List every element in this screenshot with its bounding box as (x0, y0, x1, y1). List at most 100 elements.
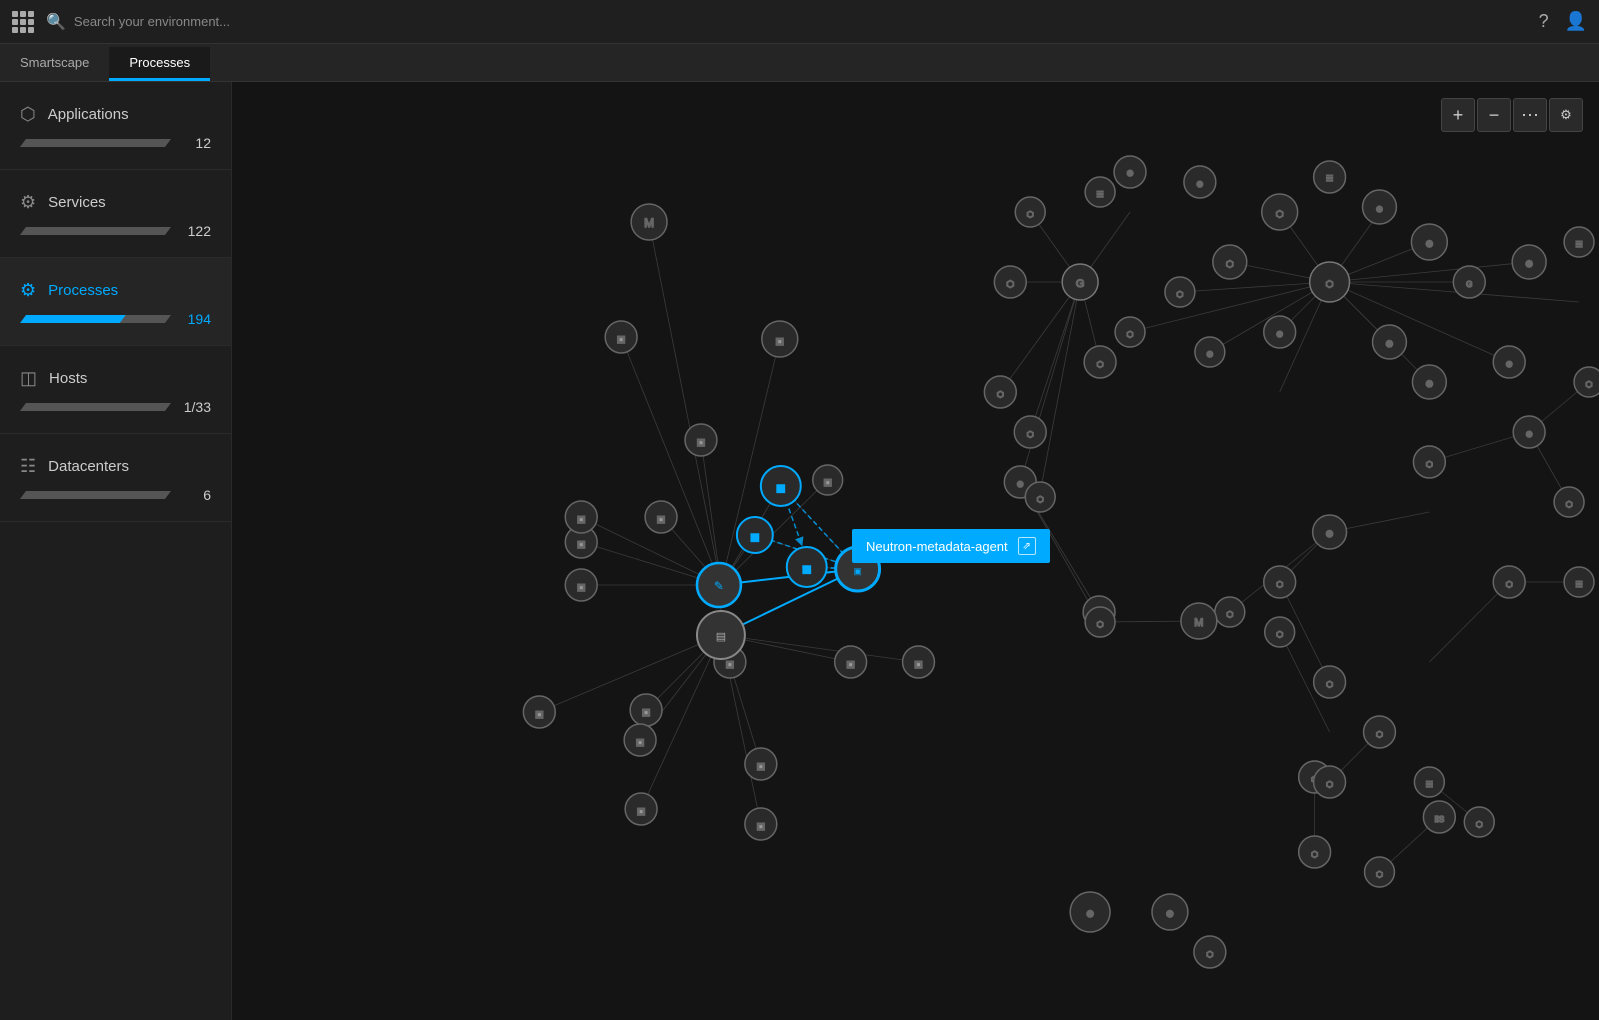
tabbar: Smartscape Processes (0, 44, 1599, 82)
datacenters-count: 6 (181, 487, 211, 503)
svg-text:⚙: ⚙ (1385, 339, 1393, 349)
sidebar-item-datacenters[interactable]: ☷ Datacenters 6 (0, 434, 231, 522)
svg-text:▣: ▣ (777, 483, 785, 493)
main-layout: ⬡ Applications 12 ⚙ Services 122 (0, 82, 1599, 1020)
zoom-reset-button[interactable]: ⚙ (1549, 98, 1583, 132)
sidebar-item-services[interactable]: ⚙ Services 122 (0, 170, 231, 258)
search-icon: 🔍 (46, 12, 66, 32)
hosts-bar (20, 403, 171, 411)
svg-text:⚙: ⚙ (1086, 909, 1094, 919)
svg-text:⬡: ⬡ (1027, 210, 1034, 219)
svg-text:⚙: ⚙ (1017, 480, 1024, 489)
svg-text:⬡: ⬡ (1176, 290, 1183, 299)
svg-text:▣: ▣ (657, 514, 665, 524)
grid-icon[interactable] (12, 11, 34, 33)
svg-text:▣: ▣ (535, 709, 543, 719)
datacenters-icon: ☷ (20, 456, 36, 477)
datacenters-label: Datacenters (48, 458, 129, 475)
svg-text:▣: ▣ (617, 334, 625, 344)
svg-text:⚙: ⚙ (1196, 180, 1203, 189)
svg-text:⚙: ⚙ (1166, 909, 1174, 919)
svg-text:▣: ▣ (697, 437, 705, 447)
svg-text:⬡: ⬡ (1037, 495, 1044, 504)
svg-text:⬡: ⬡ (1206, 950, 1213, 959)
svg-text:⬡: ⬡ (1027, 430, 1034, 439)
svg-text:☰: ☰ (1575, 580, 1582, 589)
applications-count: 12 (181, 135, 211, 151)
svg-text:☰: ☰ (1426, 780, 1433, 789)
svg-text:▣: ▣ (914, 659, 922, 669)
svg-text:☰: ☰ (1326, 174, 1333, 183)
svg-text:⬡: ⬡ (1326, 680, 1333, 689)
svg-text:▣: ▣ (726, 659, 734, 669)
svg-text:⚙: ⚙ (1376, 205, 1383, 214)
svg-text:⬡: ⬡ (1566, 500, 1573, 509)
svg-text:⬡: ⬡ (1006, 279, 1014, 289)
svg-text:⬡: ⬡ (1097, 620, 1104, 629)
svg-text:G: G (1076, 278, 1085, 290)
svg-text:G: G (1466, 280, 1472, 289)
svg-text:⬡: ⬡ (1127, 330, 1134, 339)
hosts-count: 1/33 (181, 399, 211, 415)
svg-text:▣: ▣ (757, 761, 765, 771)
svg-text:⬡: ⬡ (997, 390, 1004, 399)
sidebar-item-processes[interactable]: ⚙ Processes 194 (0, 258, 231, 346)
services-icon: ⚙ (20, 192, 36, 213)
svg-text:▣: ▣ (642, 707, 650, 717)
svg-text:▣: ▣ (751, 532, 759, 542)
sidebar-item-applications[interactable]: ⬡ Applications 12 (0, 82, 231, 170)
svg-text:⚙: ⚙ (1206, 350, 1213, 359)
zoom-controls: + − ⋯ ⚙ (1441, 98, 1583, 132)
svg-text:⚙: ⚙ (1506, 360, 1513, 369)
services-label: Services (48, 194, 106, 211)
svg-text:⬡: ⬡ (1476, 820, 1483, 829)
svg-text:▣: ▣ (757, 821, 765, 831)
svg-text:▣: ▣ (577, 582, 585, 592)
user-icon[interactable]: 👤 (1565, 11, 1587, 32)
processes-bar (20, 315, 171, 323)
processes-icon: ⚙ (20, 280, 36, 301)
zoom-out-button[interactable]: − (1477, 98, 1511, 132)
svg-text:✎: ✎ (714, 579, 724, 593)
processes-count: 194 (181, 311, 211, 327)
svg-text:⬡: ⬡ (1376, 870, 1383, 879)
zoom-in-button[interactable]: + (1441, 98, 1475, 132)
tooltip-external-link[interactable]: ⇗ (1018, 537, 1036, 555)
svg-text:▣: ▣ (846, 659, 854, 669)
hosts-label: Hosts (49, 370, 87, 387)
hosts-icon: ◫ (20, 368, 37, 389)
services-bar (20, 227, 171, 235)
svg-text:⚙: ⚙ (1425, 239, 1433, 249)
search-bar[interactable]: 🔍 Search your environment... (46, 12, 1527, 32)
svg-text:⬡: ⬡ (1097, 360, 1104, 369)
svg-text:▣: ▣ (637, 806, 645, 816)
graph-area[interactable]: + − ⋯ ⚙ (232, 82, 1599, 1020)
svg-text:⬡: ⬡ (1376, 730, 1383, 739)
svg-text:M: M (644, 216, 654, 230)
tab-smartscape[interactable]: Smartscape (0, 47, 109, 81)
svg-text:IIS: IIS (1434, 815, 1444, 824)
svg-text:⚙: ⚙ (1126, 169, 1133, 178)
svg-text:▣: ▣ (577, 539, 585, 549)
services-count: 122 (181, 223, 211, 239)
applications-icon: ⬡ (20, 104, 36, 125)
zoom-more-button[interactable]: ⋯ (1513, 98, 1547, 132)
svg-text:▣: ▣ (802, 564, 810, 574)
sidebar: ⬡ Applications 12 ⚙ Services 122 (0, 82, 232, 1020)
svg-text:▣: ▣ (776, 336, 784, 346)
applications-label: Applications (48, 106, 129, 123)
processes-label: Processes (48, 282, 118, 299)
tooltip-label: Neutron-metadata-agent (866, 539, 1008, 554)
applications-bar (20, 139, 171, 147)
svg-text:▣: ▣ (853, 566, 861, 576)
svg-text:⬡: ⬡ (1276, 580, 1283, 589)
svg-text:⬡: ⬡ (1226, 610, 1233, 619)
tab-processes[interactable]: Processes (109, 47, 210, 81)
sidebar-item-hosts[interactable]: ◫ Hosts 1/33 (0, 346, 231, 434)
svg-text:⬡: ⬡ (1276, 209, 1284, 219)
help-icon[interactable]: ? (1539, 11, 1549, 32)
svg-text:⚙: ⚙ (1276, 330, 1283, 339)
svg-text:▣: ▣ (823, 477, 831, 487)
topbar-right: ? 👤 (1539, 11, 1587, 32)
svg-text:⬡: ⬡ (1586, 380, 1593, 389)
